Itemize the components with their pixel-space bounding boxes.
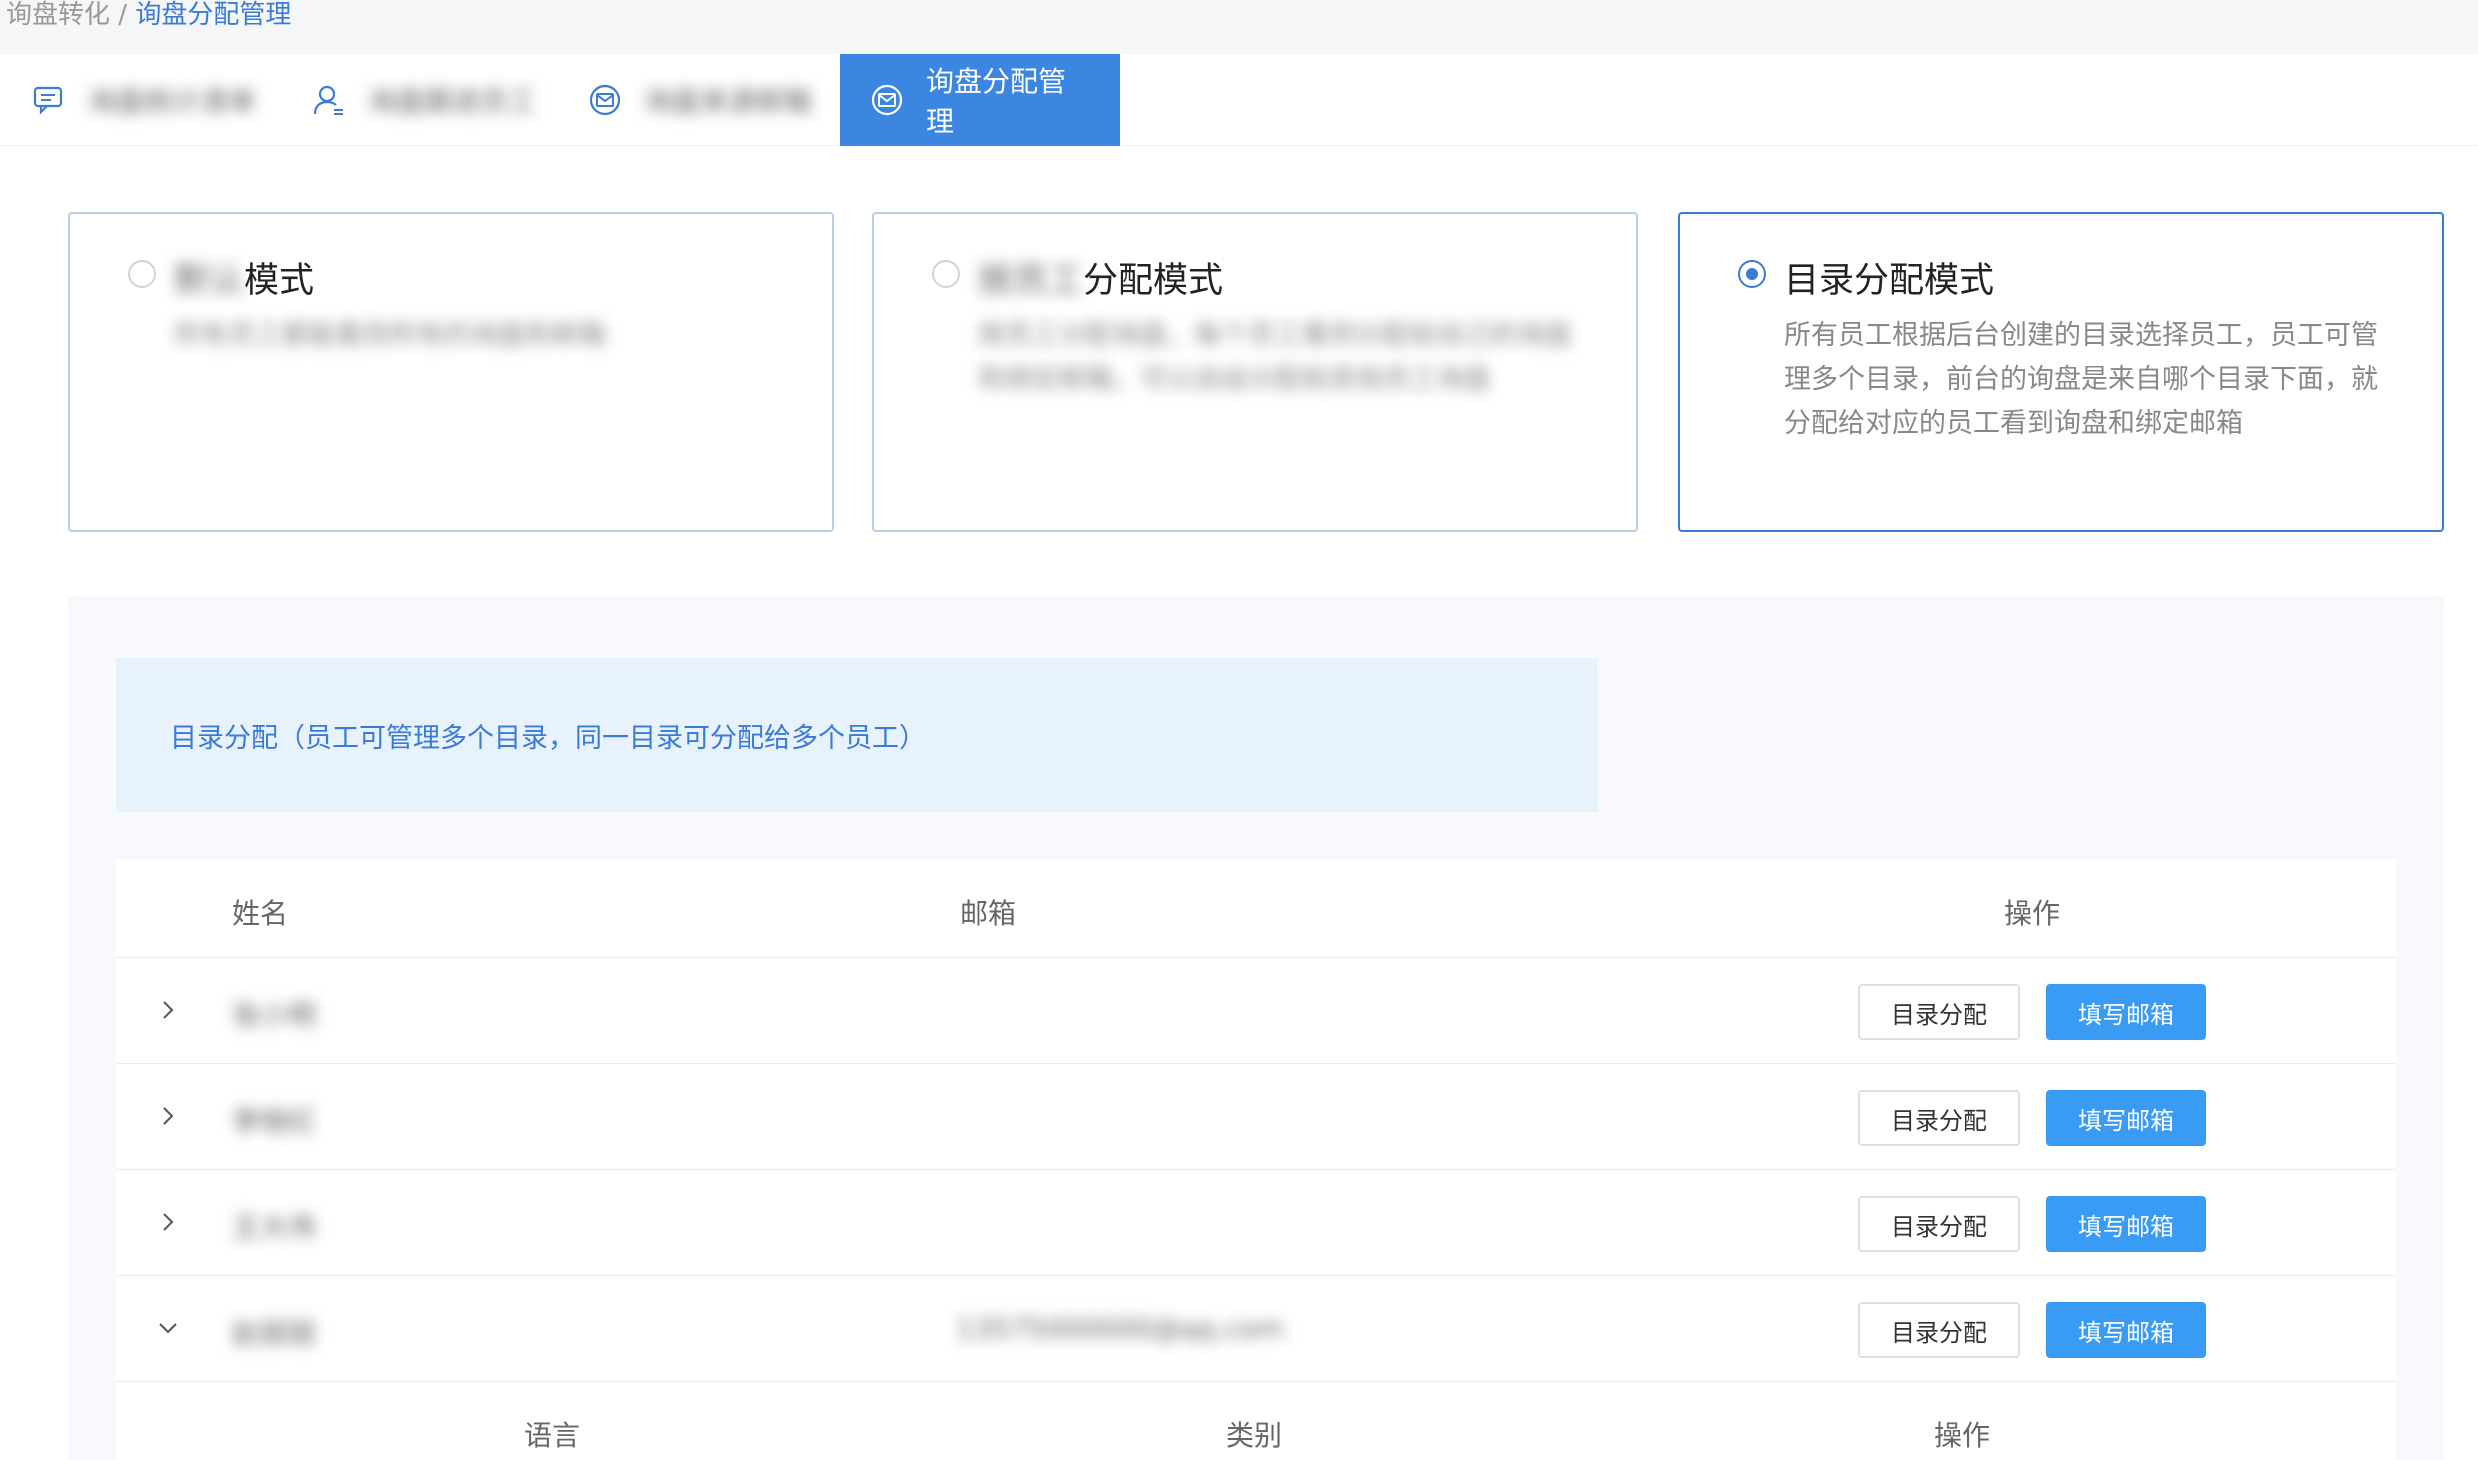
tab-source-mail[interactable]: 询盘来源邮箱 [588, 54, 812, 146]
tab-allocation-management[interactable]: 询盘分配管理 [840, 54, 1120, 146]
header-name: 姓名 [232, 897, 289, 930]
chevron-right-icon[interactable] [154, 996, 182, 1024]
directory-assign-button[interactable]: 目录分配 [1858, 1196, 2020, 1252]
subheader-language: 语言 [524, 1419, 581, 1452]
directory-assign-button[interactable]: 目录分配 [1858, 984, 2020, 1040]
table-header: 姓名 邮箱 操作 [116, 860, 2396, 958]
mode-radio-selected[interactable] [1738, 260, 1766, 288]
table-row: 张小明 目录分配 填写邮箱 [116, 958, 2396, 1064]
staff-name: 王大伟 [232, 1211, 317, 1244]
table-row: 李晓红 目录分配 填写邮箱 [116, 1064, 2396, 1170]
mode-radio[interactable] [932, 260, 960, 288]
staff-name: 张小明 [232, 999, 317, 1032]
sub-table-header: 语言 类别 操作 [116, 1380, 2396, 1460]
subheader-category: 类别 [1226, 1419, 1283, 1452]
user-icon [312, 83, 346, 117]
fill-email-button[interactable]: 填写邮箱 [2046, 1090, 2206, 1146]
staff-name: 李晓红 [232, 1105, 317, 1138]
allocation-notice: 目录分配（员工可管理多个目录，同一目录可分配给多个员工） [116, 658, 1598, 812]
table-row-expanded: 赵丽丽 13575000000@qq.com 目录分配 填写邮箱 [116, 1276, 2396, 1382]
tab-label: 询盘统计清单 [88, 85, 257, 118]
tab-bar: 询盘统计清单 询盘跟进员工 询盘来源邮箱 询盘分配管理 [0, 54, 2478, 146]
allocation-section: 目录分配（员工可管理多个目录，同一目录可分配给多个员工） 姓名 邮箱 操作 张小… [68, 596, 2444, 1460]
fill-email-button[interactable]: 填写邮箱 [2046, 1302, 2206, 1358]
breadcrumb-separator: / [110, 0, 136, 30]
directory-assign-button[interactable]: 目录分配 [1858, 1302, 2020, 1358]
mode-title: 目录分配模式 [1784, 261, 1995, 301]
header-email: 邮箱 [960, 897, 1017, 930]
staff-email: 13575000000@qq.com [956, 1312, 1285, 1345]
mode-card-by-staff[interactable]: 按员工分配模式 按员工分配询盘，每个员工看到分配给自己的询盘和绑定邮箱，可以自由… [872, 212, 1638, 532]
table-row: 王大伟 目录分配 填写邮箱 [116, 1170, 2396, 1276]
tab-inquiry-list[interactable]: 询盘统计清单 [32, 54, 256, 146]
fill-email-button[interactable]: 填写邮箱 [2046, 1196, 2206, 1252]
directory-assign-button[interactable]: 目录分配 [1858, 1090, 2020, 1146]
breadcrumb: 询盘转化 / 询盘分配管理 [6, 0, 291, 34]
breadcrumb-parent[interactable]: 询盘转化 [6, 0, 110, 30]
mode-description: 所有员工根据后台创建的目录选择员工，员工可管理多个目录，前台的询盘是来自哪个目录… [1784, 320, 2378, 439]
tab-label: 询盘来源邮箱 [644, 85, 813, 118]
staff-name: 赵丽丽 [232, 1317, 317, 1350]
chat-icon [32, 83, 66, 117]
tab-staff[interactable]: 询盘跟进员工 [312, 54, 536, 146]
tab-label: 询盘分配管理 [926, 65, 1067, 138]
chevron-down-icon[interactable] [154, 1314, 182, 1342]
chevron-right-icon[interactable] [154, 1208, 182, 1236]
chevron-right-icon[interactable] [154, 1102, 182, 1130]
mode-description: 按员工分配询盘，每个员工看到分配给自己的询盘和绑定邮箱，可以自由分配给其他员工询… [978, 320, 1572, 395]
mode-radio[interactable] [128, 260, 156, 288]
mode-description: 所有员工都能看到所有的询盘和邮箱 [174, 320, 606, 351]
header-action: 操作 [2004, 897, 2061, 930]
staff-table: 姓名 邮箱 操作 张小明 目录分配 填写邮箱 李晓红 目录分配 填写邮箱 王大伟… [116, 860, 2396, 1460]
mode-card-directory[interactable]: 目录分配模式 所有员工根据后台创建的目录选择员工，员工可管理多个目录，前台的询盘… [1678, 212, 2444, 532]
breadcrumb-current: 询盘分配管理 [135, 0, 292, 30]
subheader-action: 操作 [1934, 1419, 1991, 1452]
mode-title: 按员工分配模式 [978, 261, 1224, 301]
tab-label: 询盘跟进员工 [368, 85, 537, 118]
mode-card-default[interactable]: 默认模式 所有员工都能看到所有的询盘和邮箱 [68, 212, 834, 532]
mode-title: 默认模式 [174, 261, 315, 301]
fill-email-button[interactable]: 填写邮箱 [2046, 984, 2206, 1040]
main-panel: 询盘统计清单 询盘跟进员工 询盘来源邮箱 询盘分配管理 默认模式 所有员工都能看… [0, 54, 2478, 1460]
mail-icon [588, 83, 622, 117]
mail-icon [870, 83, 904, 117]
